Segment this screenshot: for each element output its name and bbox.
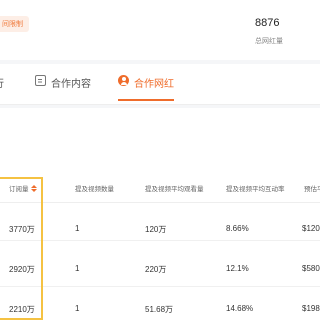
cell-estimate: $198 [302,304,320,313]
cell-avg-views: 220万 [145,265,167,274]
column-header-avg-engagement: 提及视频平均互动率 [226,186,285,193]
column-header-video-count: 提及视频数量 [75,186,114,193]
tab-partial-label: 行 [0,75,4,90]
summary-card: 间限制 8876 总网红量 [0,0,320,60]
limit-badge: 间限制 [0,16,29,32]
tab-collab-influencers[interactable]: 合作网红 [118,75,174,101]
column-header-avg-views: 提及视频平均观看量 [145,186,204,193]
tab-partial[interactable]: 行 [0,75,4,101]
cell-avg-engagement: 12.1% [226,264,249,273]
row-divider [0,286,320,287]
cell-avg-views: 120万 [145,225,167,234]
content-icon [35,75,46,86]
cell-avg-engagement: 14.68% [226,304,254,313]
column-header-estimate: 预估平 [304,186,320,193]
cell-estimate: $120 [302,224,320,233]
header-divider [0,202,320,203]
tab-collab-content-label: 合作内容 [51,79,91,90]
subscribers-column-highlight [0,177,43,320]
cell-video-count: 1 [75,264,80,273]
cell-avg-views: 51.68万 [145,305,174,314]
influencer-table: 订阅量 提及视频数量 提及视频平均观看量 提及视频平均互动率 预估平 3770万… [0,108,320,320]
cell-estimate: $580 [302,264,320,273]
row-divider [0,240,320,241]
total-influencers-value: 8876 [255,17,280,29]
cell-video-count: 1 [75,224,80,233]
active-tab-indicator [118,99,174,101]
total-influencers-label: 总网红量 [255,38,283,45]
tab-collab-content[interactable]: 合作内容 [35,75,91,101]
tab-bar: 行 合作内容 合作网红 [0,64,320,105]
cell-avg-engagement: 8.66% [226,224,249,233]
person-icon [118,75,129,86]
cell-video-count: 1 [75,304,80,313]
tab-collab-influencers-label: 合作网红 [134,79,174,90]
